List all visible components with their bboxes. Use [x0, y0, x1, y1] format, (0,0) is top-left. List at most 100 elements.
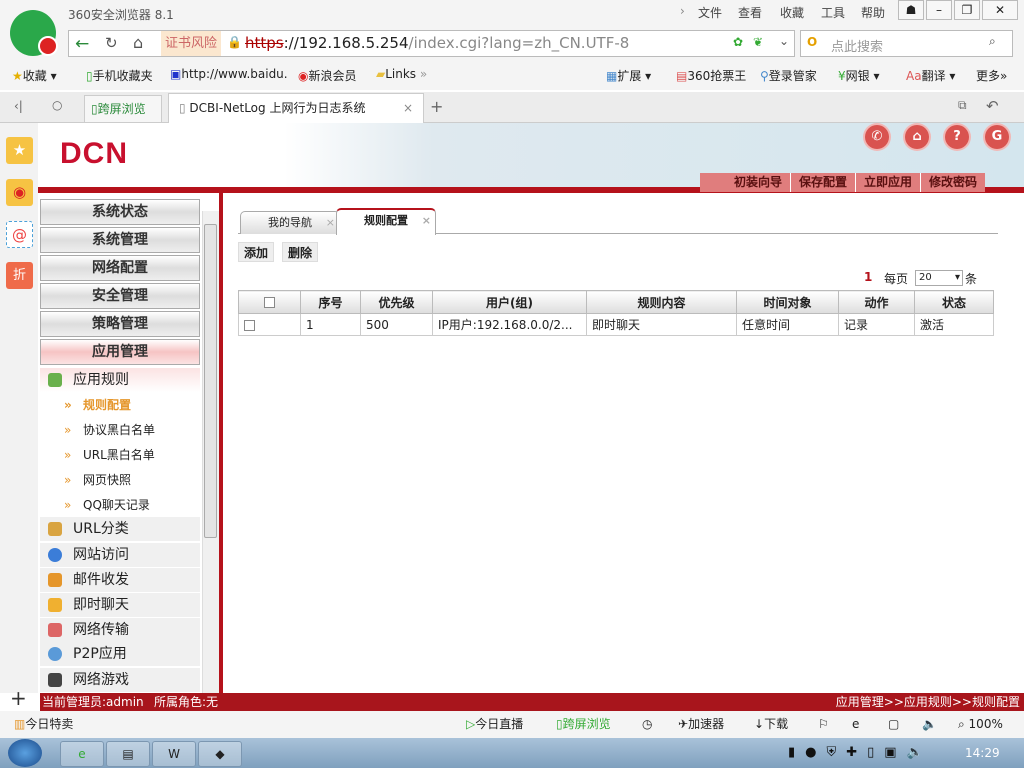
cat-games[interactable]: 网络游戏 — [40, 668, 200, 692]
phone-icon[interactable]: ✆ — [865, 125, 889, 149]
discount-icon[interactable]: 折 — [6, 262, 33, 289]
row-checkbox[interactable] — [238, 313, 301, 336]
download[interactable]: ↓下载 — [754, 711, 788, 738]
col-action[interactable]: 动作 — [838, 290, 915, 314]
delete-button[interactable]: 删除 — [282, 242, 319, 262]
col-rule-content[interactable]: 规则内容 — [586, 290, 737, 314]
menu-security[interactable]: 安全管理 — [40, 283, 200, 309]
menu-file[interactable]: 文件 — [698, 4, 722, 21]
leaf-icon[interactable]: ❦ — [753, 35, 763, 49]
tab-rule-config[interactable]: 规则配置 × — [336, 208, 436, 235]
subitem-rule-config[interactable]: 规则配置 — [40, 393, 200, 417]
bookmark-sina[interactable]: ◉新浪会员 — [298, 67, 357, 84]
menu-policy[interactable]: 策略管理 — [40, 311, 200, 337]
cat-im[interactable]: 即时聊天 — [40, 593, 200, 617]
search-box[interactable]: O 点此搜索 ⌕ — [800, 30, 1013, 57]
tray-icons[interactable]: ▮●⛨✚▯▣🔈 — [788, 745, 933, 760]
flag-icon[interactable]: ⚐ — [818, 711, 829, 738]
col-status[interactable]: 状态 — [914, 290, 994, 314]
maximize-button[interactable]: ❐ — [954, 0, 980, 20]
cert-warning[interactable]: 证书风险 — [161, 31, 222, 56]
taskbar-explorer[interactable]: ▤ — [106, 741, 150, 767]
subitem-protocol-list[interactable]: 协议黑白名单 — [40, 418, 200, 442]
help-icon[interactable]: ? — [945, 125, 969, 149]
col-index[interactable]: 序号 — [300, 290, 361, 314]
browser-avatar-icon[interactable] — [10, 10, 58, 56]
mail-icon[interactable]: @ — [6, 221, 33, 248]
menu-help[interactable]: 帮助 — [861, 4, 885, 21]
cat-p2p[interactable]: P2P应用 — [40, 642, 200, 666]
subitem-url-list[interactable]: URL黑白名单 — [40, 443, 200, 467]
ext-login-manager[interactable]: ⚲登录管家 — [760, 67, 817, 84]
add-button[interactable]: 添加 — [238, 242, 275, 262]
ext-more[interactable]: 更多» — [976, 67, 1007, 84]
page-number[interactable]: 1 — [864, 270, 872, 284]
weibo-icon[interactable]: ◉ — [6, 179, 33, 206]
zoom-level[interactable]: ⌕ 100% — [958, 711, 1003, 738]
subitem-web-snapshot[interactable]: 网页快照 — [40, 468, 200, 492]
menu-tools[interactable]: 工具 — [821, 4, 845, 21]
taskbar-360-browser[interactable]: e — [60, 741, 104, 767]
refresh-icon[interactable]: ↻ — [105, 34, 118, 52]
ie-icon[interactable]: e — [852, 711, 859, 738]
cat-web-access[interactable]: 网站访问 — [40, 543, 200, 567]
subitem-qq-chat[interactable]: QQ聊天记录 — [40, 493, 200, 517]
tab-active[interactable]: ▯ DCBI-NetLog 上网行为日志系统 × — [168, 93, 424, 124]
change-password-button[interactable]: 修改密码 — [920, 173, 985, 192]
col-priority[interactable]: 优先级 — [360, 290, 433, 314]
taskbar-app[interactable]: ◆ — [198, 741, 242, 767]
undo-close-icon[interactable]: ↶ — [986, 97, 999, 115]
search-icon[interactable]: ⌕ — [989, 34, 996, 49]
table-row[interactable]: 1 500 IP用户:192.168.0.0/2... 即时聊天 任意时间 记录… — [238, 313, 994, 336]
chevron-right-icon[interactable]: › — [680, 4, 685, 18]
address-bar[interactable]: ← ↻ ⌂ 证书风险 🔒 https://192.168.5.254/index… — [68, 30, 795, 57]
setup-wizard-button[interactable]: 初装向导 — [700, 173, 790, 192]
cloud-icon[interactable]: ○ — [52, 98, 62, 112]
tab-list-icon[interactable]: ⧉ — [958, 98, 967, 113]
col-time[interactable]: 时间对象 — [736, 290, 839, 314]
cat-email[interactable]: 邮件收发 — [40, 568, 200, 592]
bookmark-favorites[interactable]: ★收藏 ▾ — [12, 67, 57, 84]
logout-icon[interactable]: G — [985, 125, 1009, 149]
new-tab-icon[interactable]: + — [430, 97, 443, 116]
clock[interactable]: 14:29 — [965, 746, 1000, 760]
cat-file-transfer[interactable]: 网络传输 — [40, 618, 200, 642]
today-deals[interactable]: ▥今日特卖 — [14, 711, 73, 738]
select-all-checkbox[interactable] — [238, 290, 301, 314]
apply-now-button[interactable]: 立即应用 — [855, 173, 920, 192]
menu-system-management[interactable]: 系统管理 — [40, 227, 200, 253]
save-config-button[interactable]: 保存配置 — [790, 173, 855, 192]
accelerator[interactable]: ✈加速器 — [678, 711, 724, 738]
tab-my-nav[interactable]: 我的导航 × — [240, 211, 340, 234]
bookmark-links[interactable]: ▰Links » — [376, 67, 427, 81]
taskbar-word[interactable]: W — [152, 741, 196, 767]
close-button[interactable]: ✕ — [982, 0, 1018, 20]
add-sidebar-icon[interactable]: + — [10, 686, 27, 710]
search-engine-icon[interactable]: O — [807, 35, 817, 49]
window-icon[interactable]: ▢ — [888, 711, 899, 738]
url-text[interactable]: https://192.168.5.254/index.cgi?lang=zh_… — [245, 34, 629, 52]
minimize-button[interactable]: – — [926, 0, 952, 20]
menu-favorites[interactable]: 收藏 — [780, 4, 804, 21]
ext-tickets[interactable]: ▤360抢票王 — [676, 67, 746, 84]
skin-icon[interactable]: ☗ — [898, 0, 924, 20]
scrollbar-thumb[interactable] — [204, 224, 217, 538]
subcat-app-rules[interactable]: 应用规则 — [40, 368, 200, 392]
menu-app-management[interactable]: 应用管理 — [40, 339, 200, 365]
cat-url-category[interactable]: URL分类 — [40, 517, 200, 541]
speed-icon[interactable]: ✿ — [733, 35, 743, 49]
tab-close-icon[interactable]: × — [403, 94, 413, 122]
home-icon[interactable]: ⌂ — [905, 125, 929, 149]
menu-system-status[interactable]: 系统状态 — [40, 199, 200, 225]
today-live[interactable]: ▷今日直播 — [466, 711, 523, 738]
menu-network-config[interactable]: 网络配置 — [40, 255, 200, 281]
favorites-icon[interactable]: ★ — [6, 137, 33, 164]
home-icon[interactable]: ⌂ — [133, 33, 143, 52]
ext-bank[interactable]: ¥网银 ▾ — [838, 67, 880, 84]
cross-screen[interactable]: ▯跨屏浏览 — [556, 711, 611, 738]
history-icon[interactable]: ◷ — [642, 711, 652, 738]
menu-view[interactable]: 查看 — [738, 4, 762, 21]
start-button[interactable] — [8, 739, 42, 767]
search-input[interactable]: 点此搜索 — [831, 36, 883, 55]
tab-cross-screen[interactable]: ▯跨屏浏览 — [84, 95, 162, 123]
